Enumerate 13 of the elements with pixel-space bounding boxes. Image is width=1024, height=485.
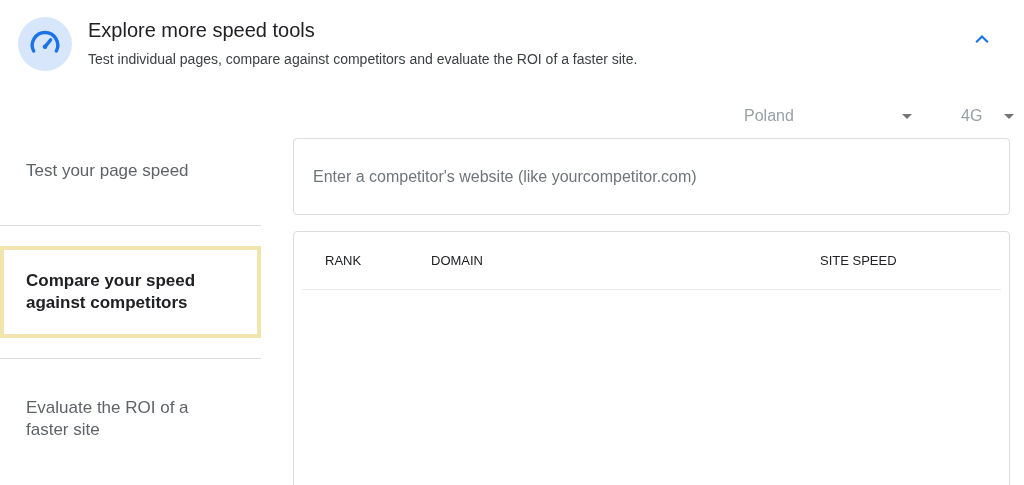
- menu-item[interactable]: Evaluate the ROI of a faster site: [0, 397, 261, 449]
- section-subtitle: Test individual pages, compare against competitors and evaluate the ROI of a faster site.: [88, 50, 639, 69]
- competitor-input: Enter a competitor's website (like yourcompetitor.com): [313, 164, 990, 189]
- speedometer-icon: [18, 17, 72, 71]
- menu-item[interactable]: Test your page speed: [0, 160, 261, 225]
- column-header: SITE SPEED: [819, 251, 897, 270]
- caret-icon: [1004, 113, 1014, 119]
- menu-item[interactable]: Compare your speed against competitors: [0, 246, 261, 338]
- column-header: RANK: [324, 251, 363, 270]
- caret-icon: [902, 113, 912, 119]
- competitor-input-field[interactable]: Enter a competitor's website (like yourcompetitor.com): [293, 138, 1010, 215]
- section-title: Explore more speed tools: [88, 18, 316, 43]
- column-header: DOMAIN: [430, 251, 484, 270]
